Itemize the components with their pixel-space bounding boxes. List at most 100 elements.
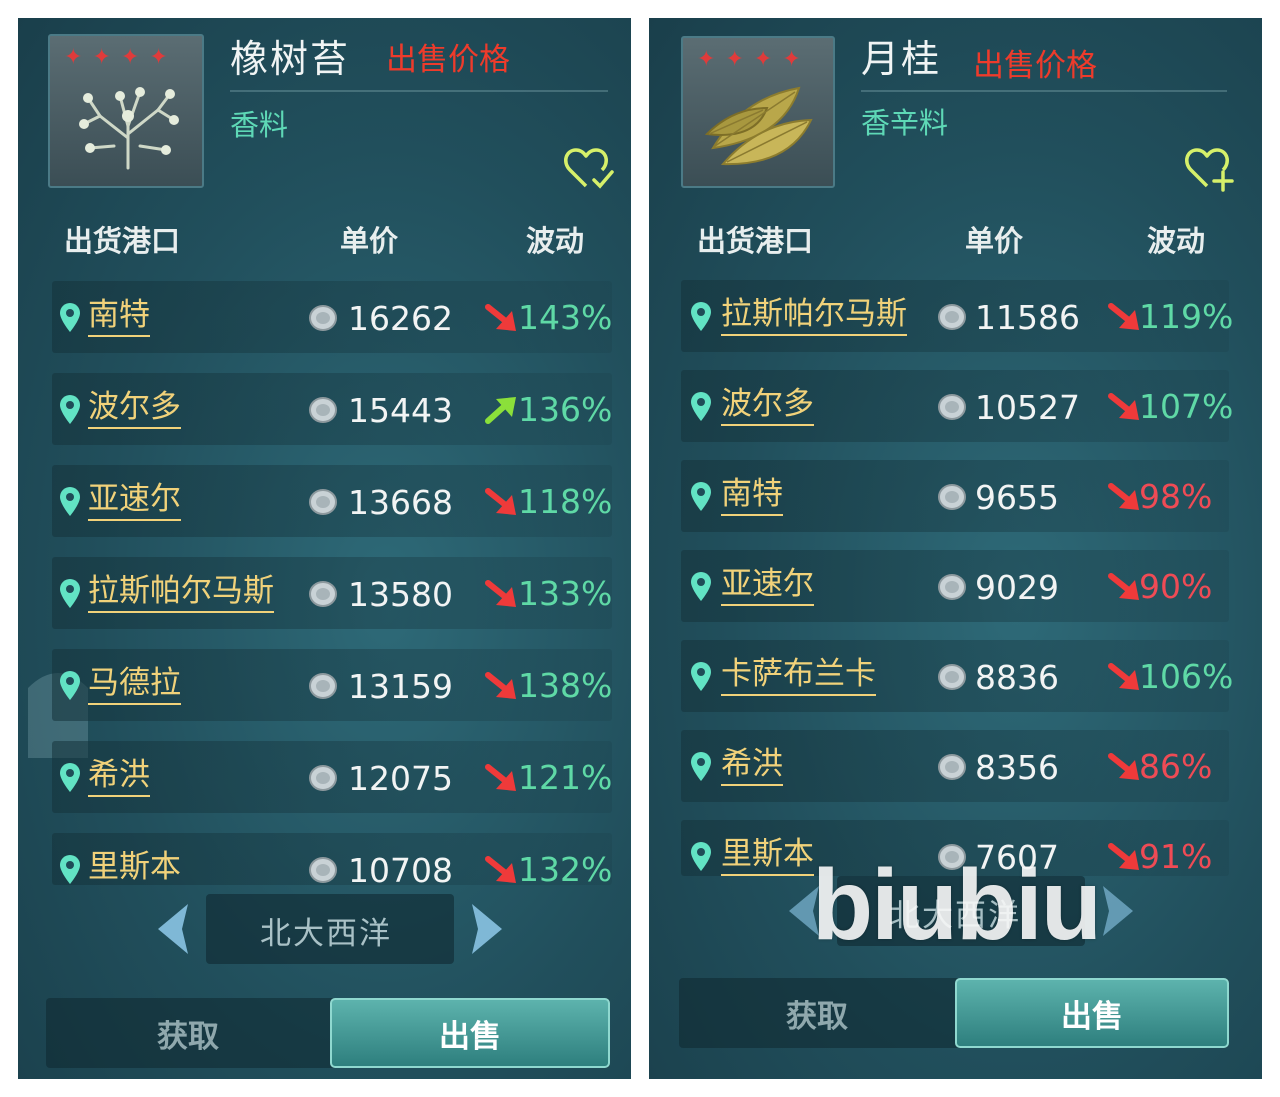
action-tabs: 获取 出售 bbox=[679, 978, 1229, 1048]
price-change-percent: 86% bbox=[1139, 747, 1213, 786]
column-header-price: 单价 bbox=[340, 224, 399, 258]
location-pin-icon bbox=[60, 855, 80, 884]
table-row[interactable]: 卡萨布兰卡 8836 106% bbox=[681, 640, 1233, 712]
item-name: 橡树苔 bbox=[230, 37, 351, 81]
port-name-link[interactable]: 波尔多 bbox=[721, 386, 814, 426]
table-row[interactable]: 拉斯帕尔马斯 11586 119% bbox=[681, 280, 1233, 352]
rarity-stars: ✦ ✦ ✦ ✦ bbox=[64, 46, 168, 70]
silver-coin-icon bbox=[309, 397, 337, 423]
location-pin-icon bbox=[691, 482, 711, 511]
port-name-link[interactable]: 希洪 bbox=[721, 746, 783, 786]
port-name-link[interactable]: 南特 bbox=[88, 297, 150, 337]
star-icon: ✦ bbox=[697, 47, 716, 72]
price-change-percent: 133% bbox=[518, 574, 613, 613]
location-pin-icon bbox=[60, 303, 80, 332]
unit-price: 12075 bbox=[348, 759, 453, 798]
port-name-link[interactable]: 拉斯帕尔马斯 bbox=[88, 573, 274, 613]
location-pin-icon bbox=[60, 763, 80, 792]
column-header-change: 波动 bbox=[1147, 224, 1206, 258]
unit-price: 13668 bbox=[348, 483, 453, 522]
port-name-link[interactable]: 南特 bbox=[721, 476, 783, 516]
trend-down-arrow-icon bbox=[1108, 843, 1139, 870]
item-category: 香辛料 bbox=[861, 106, 949, 140]
port-name-link[interactable]: 里斯本 bbox=[88, 849, 181, 885]
item-name: 月桂 bbox=[861, 37, 942, 81]
unit-price: 10527 bbox=[975, 388, 1080, 427]
location-pin-icon bbox=[691, 392, 711, 421]
oakmoss-item-icon bbox=[79, 87, 179, 170]
region-selector: 北大西洋 bbox=[148, 894, 508, 964]
port-name-link[interactable]: 拉斯帕尔马斯 bbox=[721, 296, 907, 336]
trend-down-arrow-icon bbox=[1108, 663, 1139, 690]
star-icon: ✦ bbox=[753, 47, 773, 72]
rarity-stars: ✦ ✦ ✦ ✦ bbox=[697, 48, 801, 72]
tab-sell[interactable]: 出售 bbox=[330, 998, 610, 1068]
bay-leaf-item-icon bbox=[704, 86, 813, 166]
star-icon: ✦ bbox=[64, 45, 83, 70]
table-row[interactable]: 南特 9655 98% bbox=[681, 460, 1229, 532]
table-row[interactable]: 希洪 12075 121% bbox=[52, 741, 612, 813]
table-row[interactable]: 南特 16262 143% bbox=[52, 281, 612, 353]
tab-get[interactable]: 获取 bbox=[46, 998, 330, 1068]
silver-coin-icon bbox=[938, 304, 966, 330]
heart-check-icon[interactable] bbox=[562, 146, 614, 192]
unit-price: 9029 bbox=[975, 568, 1059, 607]
watermark-logo: biubiu bbox=[812, 849, 1102, 961]
port-name-link[interactable]: 波尔多 bbox=[88, 389, 181, 429]
silver-coin-icon bbox=[938, 394, 966, 420]
port-name-link[interactable]: 希洪 bbox=[88, 757, 150, 797]
unit-price: 13580 bbox=[348, 575, 453, 614]
trend-down-arrow-icon bbox=[1108, 303, 1139, 330]
table-row[interactable]: 波尔多 10527 107% bbox=[681, 370, 1233, 442]
item-category: 香料 bbox=[230, 108, 289, 142]
unit-price: 9655 bbox=[975, 478, 1059, 517]
silver-coin-icon bbox=[309, 305, 337, 331]
port-name-link[interactable]: 卡萨布兰卡 bbox=[721, 656, 876, 696]
trend-down-arrow-icon bbox=[1108, 393, 1139, 420]
location-pin-icon bbox=[60, 579, 80, 608]
trend-up-arrow-icon bbox=[485, 397, 516, 424]
tab-sell[interactable]: 出售 bbox=[955, 978, 1229, 1048]
unit-price: 10708 bbox=[348, 851, 453, 885]
port-name-link[interactable]: 马德拉 bbox=[88, 665, 181, 705]
port-name-link[interactable]: 亚速尔 bbox=[88, 481, 181, 521]
port-name-link[interactable]: 里斯本 bbox=[721, 836, 814, 876]
price-change-percent: 119% bbox=[1139, 297, 1234, 336]
port-name-link[interactable]: 亚速尔 bbox=[721, 566, 814, 606]
silver-coin-icon bbox=[309, 765, 337, 791]
header-divider bbox=[861, 90, 1227, 92]
unit-price: 8356 bbox=[975, 748, 1059, 787]
table-row[interactable]: 马德拉 13159 138% bbox=[52, 649, 612, 721]
star-icon: ✦ bbox=[92, 45, 111, 70]
location-pin-icon bbox=[691, 842, 711, 871]
tab-get[interactable]: 获取 bbox=[679, 978, 955, 1048]
table-row[interactable]: 亚速尔 9029 90% bbox=[681, 550, 1229, 622]
left-trade-panel: ✦ ✦ ✦ ✦ 橡树苔 出售价格 香料 出货港口 单价 波动 南特 16262 14… bbox=[18, 18, 631, 1079]
price-change-percent: 91% bbox=[1139, 837, 1213, 876]
location-pin-icon bbox=[691, 302, 711, 331]
location-pin-icon bbox=[691, 662, 711, 691]
trend-down-arrow-icon bbox=[1108, 573, 1139, 600]
trend-down-arrow-icon bbox=[1108, 483, 1139, 510]
table-row[interactable]: 波尔多 15443 136% bbox=[52, 373, 612, 445]
table-row[interactable]: 拉斯帕尔马斯 13580 133% bbox=[52, 557, 612, 629]
table-row[interactable]: 希洪 8356 86% bbox=[681, 730, 1229, 802]
price-change-percent: 106% bbox=[1139, 657, 1234, 696]
chevron-left-icon[interactable] bbox=[148, 894, 200, 964]
silver-coin-icon bbox=[938, 754, 966, 780]
trend-down-arrow-icon bbox=[485, 856, 516, 883]
price-change-percent: 143% bbox=[518, 298, 613, 337]
location-pin-icon bbox=[691, 752, 711, 781]
silver-coin-icon bbox=[309, 673, 337, 699]
location-pin-icon bbox=[60, 487, 80, 516]
sell-price-label: 出售价格 bbox=[973, 48, 1097, 84]
star-icon: ✦ bbox=[782, 47, 801, 72]
table-row[interactable]: 亚速尔 13668 118% bbox=[52, 465, 612, 537]
table-row[interactable]: 里斯本 10708 132% bbox=[52, 833, 612, 885]
price-change-percent: 90% bbox=[1139, 567, 1213, 606]
unit-price: 8836 bbox=[975, 658, 1059, 697]
chevron-right-icon[interactable] bbox=[460, 894, 512, 964]
silver-coin-icon bbox=[938, 574, 966, 600]
trend-down-arrow-icon bbox=[485, 580, 516, 607]
heart-plus-icon[interactable] bbox=[1183, 146, 1235, 192]
